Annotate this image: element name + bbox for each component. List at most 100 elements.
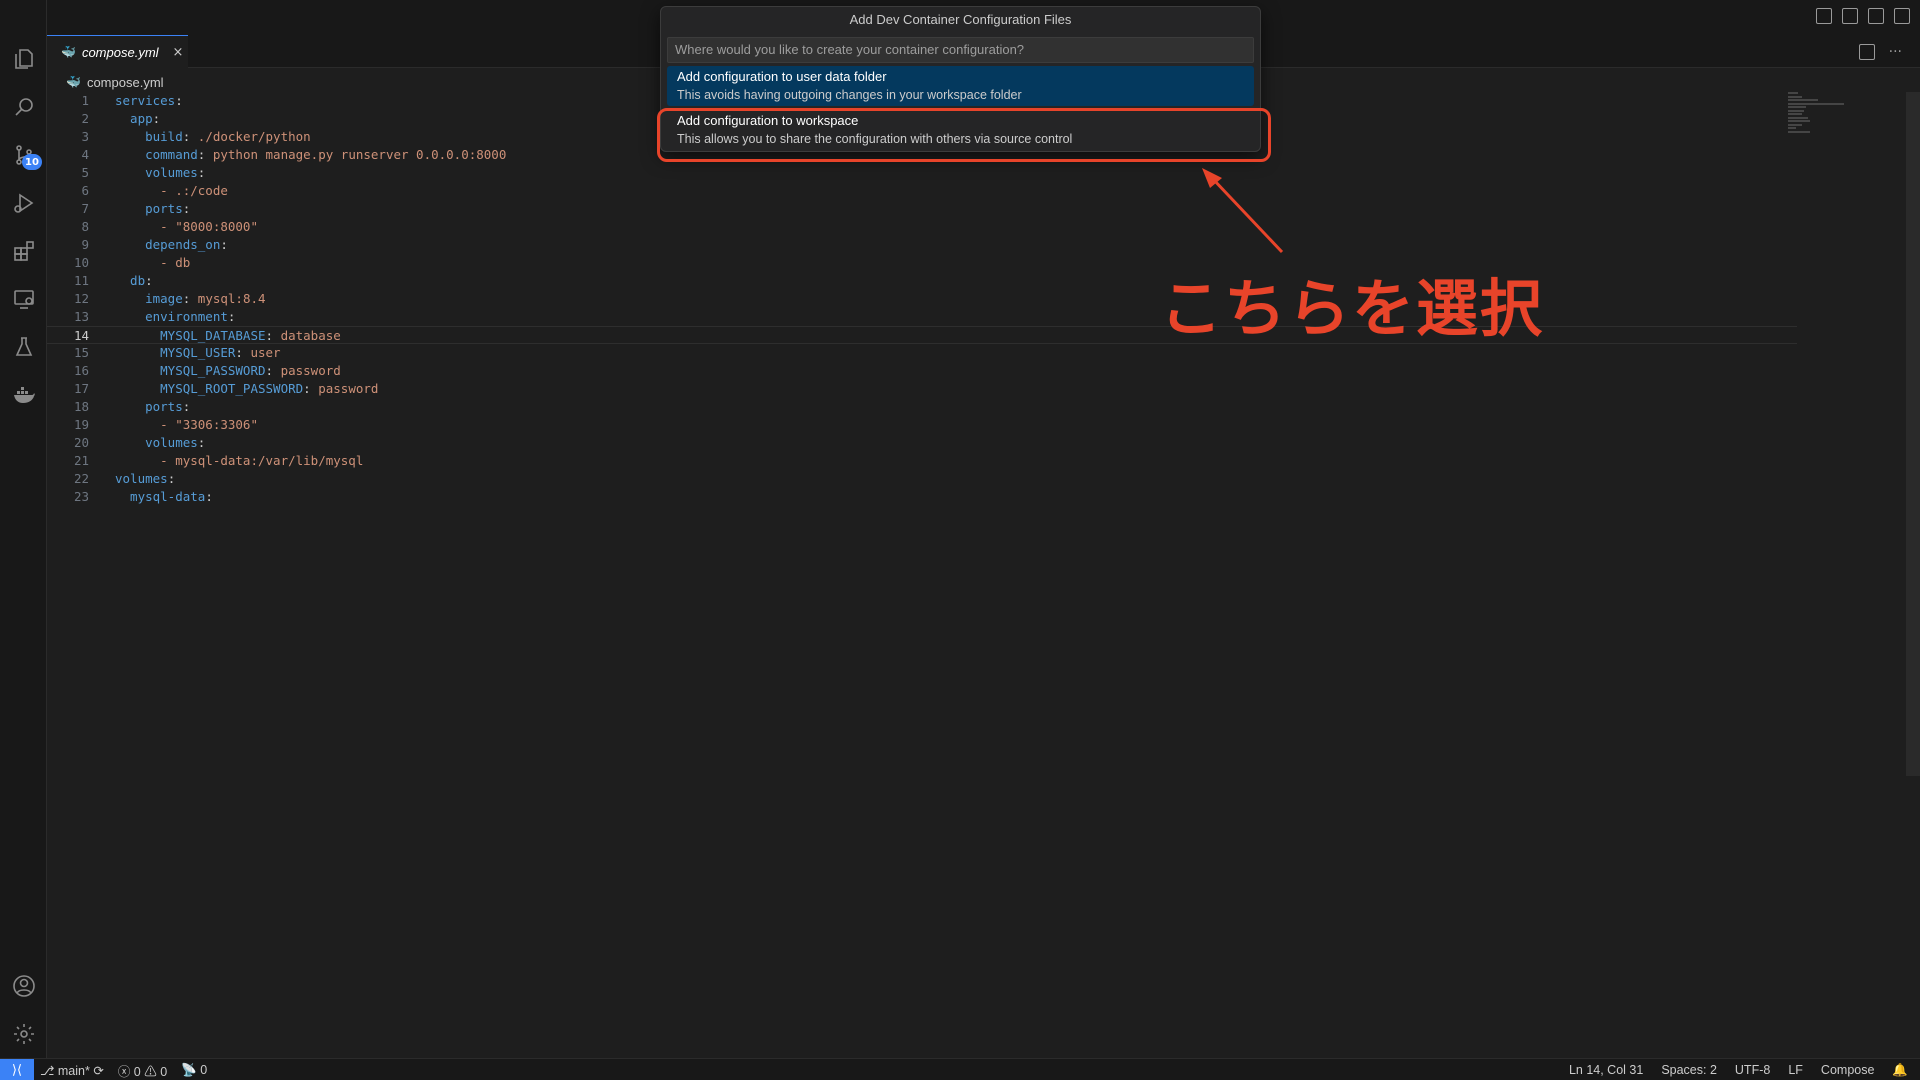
code-text: MYSQL_USER: user (115, 345, 281, 360)
language-mode[interactable]: Compose (1821, 1063, 1875, 1077)
status-bar: ⟩⟨ ⎇ main* ⟳ ⓧ 0 ⚠ 0 📡 0 Ln 14, Col 31 S… (0, 1058, 1920, 1080)
breadcrumb-filename[interactable]: compose.yml (87, 75, 164, 90)
encoding[interactable]: UTF-8 (1735, 1063, 1770, 1077)
cursor-position[interactable]: Ln 14, Col 31 (1569, 1063, 1643, 1077)
yaml-value: python manage.py runserver 0.0.0.0:8000 (205, 147, 507, 162)
code-text: volumes: (115, 471, 176, 486)
code-text: depends_on: (115, 237, 228, 252)
search-icon[interactable] (11, 94, 37, 120)
code-line[interactable]: 16 MYSQL_PASSWORD: password (47, 362, 1797, 380)
editor-scrollbar[interactable] (1906, 92, 1920, 776)
docker-icon[interactable] (11, 382, 37, 408)
yaml-key: MYSQL_DATABASE (115, 328, 266, 343)
more-actions-icon[interactable]: ··· (1889, 45, 1902, 59)
option-label: Add configuration to user data folder (677, 69, 887, 84)
option-user-data-folder[interactable]: Add configuration to user data folder Th… (667, 66, 1254, 106)
yaml-key: MYSQL_PASSWORD (115, 363, 266, 378)
notifications-bell-icon[interactable]: 🔔 (1892, 1063, 1908, 1078)
code-line[interactable]: 21 - mysql-data:/var/lib/mysql (47, 452, 1797, 470)
code-text: MYSQL_PASSWORD: password (115, 363, 341, 378)
code-text: MYSQL_ROOT_PASSWORD: password (115, 381, 379, 396)
line-number: 22 (73, 471, 89, 486)
code-text: - mysql-data:/var/lib/mysql (89, 452, 363, 470)
code-text: environment: (115, 309, 236, 324)
annotation-highlight-box (657, 108, 1271, 162)
quick-pick-input[interactable]: Where would you like to create your cont… (667, 37, 1254, 63)
code-line[interactable]: 6 - .:/code (47, 182, 1797, 200)
ports-indicator[interactable]: 📡 0 (181, 1063, 207, 1078)
breadcrumb[interactable]: 🐳 compose.yml (66, 72, 164, 92)
explorer-icon[interactable] (11, 46, 37, 72)
yaml-key: MYSQL_ROOT_PASSWORD (115, 381, 304, 396)
code-line[interactable]: 9 depends_on: (47, 236, 1797, 254)
code-line[interactable]: 8 - "8000:8000" (47, 218, 1797, 236)
yaml-value: - mysql-data:/var/lib/mysql (115, 453, 364, 468)
yaml-key: mysql-data (115, 489, 206, 504)
yaml-value: - db (115, 255, 191, 270)
branch-indicator[interactable]: ⎇ main* ⟳ (40, 1063, 104, 1078)
settings-gear-icon[interactable] (11, 1021, 37, 1047)
yaml-key: volumes (115, 435, 198, 450)
line-number: 8 (81, 219, 89, 234)
toggle-primary-sidebar-icon[interactable] (1816, 8, 1832, 24)
code-text: build: ./docker/python (115, 129, 311, 144)
minimap[interactable] (1788, 92, 1846, 140)
run-debug-icon[interactable] (11, 190, 37, 216)
code-text: - "8000:8000" (89, 218, 258, 236)
tab-compose-yml[interactable]: 🐳 compose.yml × (47, 35, 188, 68)
yaml-key: image (115, 291, 183, 306)
yaml-key: ports (115, 201, 183, 216)
line-number: 15 (73, 345, 89, 360)
problems-indicator[interactable]: ⓧ 0 ⚠ 0 (118, 1061, 167, 1080)
split-editor-icon[interactable] (1858, 44, 1875, 60)
code-line[interactable]: 7 ports: (47, 200, 1797, 218)
line-number: 7 (81, 201, 89, 216)
quick-pick-title: Add Dev Container Configuration Files (849, 12, 1072, 27)
code-text: - "3306:3306" (89, 416, 258, 434)
code-text: mysql-data: (115, 489, 213, 504)
line-number: 18 (73, 399, 89, 414)
testing-icon[interactable] (11, 334, 37, 360)
toggle-secondary-sidebar-icon[interactable] (1868, 8, 1884, 24)
line-number: 17 (73, 381, 89, 396)
account-icon[interactable] (11, 973, 37, 999)
yaml-value: user (242, 345, 281, 360)
yaml-value: password (310, 381, 379, 396)
warning-count: 0 (160, 1064, 168, 1079)
close-icon[interactable]: × (173, 45, 184, 60)
code-line[interactable]: 18 ports: (47, 398, 1797, 416)
code-line[interactable]: 19 - "3306:3306" (47, 416, 1797, 434)
yaml-key: depends_on (115, 237, 221, 252)
code-text: ports: (115, 399, 191, 414)
extensions-icon[interactable] (11, 238, 37, 264)
code-line[interactable]: 5 volumes: (47, 164, 1797, 182)
line-number: 9 (81, 237, 89, 252)
remote-indicator-icon[interactable]: ⟩⟨ (0, 1059, 34, 1080)
annotation-text: こちらを選択 (1160, 272, 1545, 345)
yaml-key: volumes (115, 165, 198, 180)
yaml-value: ./docker/python (190, 129, 311, 144)
code-line[interactable]: 22 volumes: (47, 470, 1797, 488)
yaml-value: - .:/code (115, 183, 228, 198)
line-number: 3 (81, 129, 89, 144)
yaml-key: volumes (115, 471, 168, 486)
code-text: services: (115, 93, 183, 108)
yaml-key: build (115, 129, 183, 144)
code-text: image: mysql:8.4 (115, 291, 266, 306)
code-text: app: (115, 111, 161, 126)
layout-controls (1816, 8, 1910, 24)
toggle-panel-icon[interactable] (1842, 8, 1858, 24)
indentation[interactable]: Spaces: 2 (1661, 1063, 1717, 1077)
yaml-value: - "8000:8000" (115, 219, 258, 234)
customize-layout-icon[interactable] (1894, 8, 1910, 24)
code-line[interactable]: 17 MYSQL_ROOT_PASSWORD: password (47, 380, 1797, 398)
line-number: 5 (81, 165, 89, 180)
end-of-line[interactable]: LF (1788, 1063, 1803, 1077)
yaml-key: MYSQL_USER (115, 345, 236, 360)
code-text: - db (89, 254, 190, 272)
remote-explorer-icon[interactable] (11, 286, 37, 312)
code-line[interactable]: 20 volumes: (47, 434, 1797, 452)
code-line[interactable]: 23 mysql-data: (47, 488, 1797, 506)
yaml-key: services (115, 93, 176, 108)
compose-file-icon: 🐳 (66, 75, 81, 89)
